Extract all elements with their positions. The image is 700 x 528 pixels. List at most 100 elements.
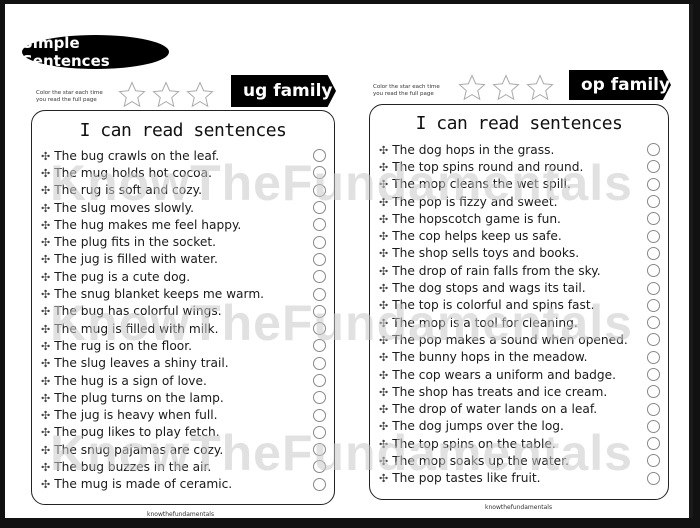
check-circle[interactable] xyxy=(313,201,326,215)
check-circle[interactable] xyxy=(647,385,660,399)
instruction-line-1: Color the star each time xyxy=(373,84,440,90)
star-icon[interactable] xyxy=(185,80,215,114)
sentence-item: ✣ The snug blanket keeps me warm. xyxy=(41,287,264,301)
check-circle[interactable] xyxy=(647,229,660,243)
sentence-text: The plug fits in the socket. xyxy=(54,235,217,250)
sentence-row: ✣ The slug moves slowly. xyxy=(41,199,326,216)
sentence-row: ✣ The plug fits in the socket. xyxy=(41,233,326,250)
star-icon[interactable] xyxy=(491,73,521,107)
sentence-row: ✣ The plug turns on the lamp. xyxy=(41,389,326,406)
bullet-icon: ✣ xyxy=(41,322,51,336)
bullet-icon: ✣ xyxy=(41,426,51,440)
instruction-line-2: you read the full page xyxy=(373,91,434,97)
check-circle[interactable] xyxy=(313,252,326,266)
check-circle[interactable] xyxy=(313,287,326,301)
check-circle[interactable] xyxy=(647,246,660,260)
star-icon[interactable] xyxy=(117,80,147,114)
sentence-item: ✣ The slug moves slowly. xyxy=(41,201,194,215)
check-circle[interactable] xyxy=(313,460,326,474)
sentence-row: ✣ The bug crawls on the leaf. xyxy=(41,147,326,164)
check-circle[interactable] xyxy=(647,471,660,485)
card-title: I can read sentences xyxy=(415,113,623,134)
sentence-text: The hug makes me feel happy. xyxy=(54,217,242,232)
check-circle[interactable] xyxy=(313,391,326,405)
sentence-text: The plug turns on the lamp. xyxy=(54,390,224,405)
sentence-text: The bug buzzes in the air. xyxy=(54,459,212,474)
check-circle[interactable] xyxy=(313,425,326,439)
check-circle[interactable] xyxy=(647,177,660,191)
sentence-row: ✣ The shop sells toys and books. xyxy=(379,245,660,262)
check-circle[interactable] xyxy=(647,264,660,278)
sentence-item: ✣ The bug crawls on the leaf. xyxy=(41,149,219,163)
check-circle[interactable] xyxy=(647,419,660,433)
check-circle[interactable] xyxy=(313,304,326,318)
check-circle[interactable] xyxy=(647,333,660,347)
check-circle[interactable] xyxy=(313,374,326,387)
sentence-item: ✣ The rug is on the floor. xyxy=(41,339,192,353)
bullet-icon: ✣ xyxy=(41,357,51,371)
check-circle[interactable] xyxy=(647,368,660,381)
check-circle[interactable] xyxy=(313,183,326,197)
sentence-item: ✣ The mug is filled with milk. xyxy=(41,322,218,336)
sentence-row: ✣ The cop helps keep us safe. xyxy=(379,227,660,244)
check-circle[interactable] xyxy=(313,477,326,491)
sentence-text: The slug moves slowly. xyxy=(54,200,194,215)
check-circle[interactable] xyxy=(647,437,660,451)
check-circle[interactable] xyxy=(313,166,326,180)
sentence-text: The dog stops and wags its tail. xyxy=(392,281,586,296)
check-circle[interactable] xyxy=(313,322,326,336)
instruction-line-2: you read the full page xyxy=(36,97,97,103)
sentence-text: The mop is a tool for cleaning. xyxy=(392,315,578,330)
check-circle[interactable] xyxy=(647,195,660,209)
check-circle[interactable] xyxy=(647,402,660,416)
footer-credit: knowthefundamentals xyxy=(485,504,553,511)
check-circle[interactable] xyxy=(647,212,660,226)
check-circle[interactable] xyxy=(313,270,326,284)
bullet-icon: ✣ xyxy=(41,391,51,405)
sentence-item: ✣ The jug is filled with water. xyxy=(41,252,218,266)
sentence-item: ✣ The hug makes me feel happy. xyxy=(41,218,241,232)
sentence-text: The rug is soft and cozy. xyxy=(54,183,202,198)
sentence-text: The pop is fizzy and sweet. xyxy=(392,194,558,209)
check-circle[interactable] xyxy=(647,160,660,174)
bullet-icon: ✣ xyxy=(41,374,51,388)
check-circle[interactable] xyxy=(313,443,326,457)
star-icon[interactable] xyxy=(525,73,555,107)
sentence-item: ✣ The pug is a cute dog. xyxy=(41,270,190,284)
sentence-item: ✣ The drop of water lands on a leaf. xyxy=(379,402,597,416)
sentence-text: The pug is a cute dog. xyxy=(54,269,191,284)
bullet-icon: ✣ xyxy=(379,264,389,278)
bullet-icon: ✣ xyxy=(379,282,389,296)
check-circle[interactable] xyxy=(313,339,326,353)
check-circle[interactable] xyxy=(647,454,660,468)
sentence-text: The drop of rain falls from the sky. xyxy=(392,263,601,278)
worksheet-title: Simple Sentences xyxy=(22,34,169,70)
check-circle[interactable] xyxy=(313,408,326,422)
sentence-text: The hug is a sign of love. xyxy=(54,373,207,388)
sentence-list: ✣ The dog hops in the grass. ✣ The top spin… xyxy=(379,141,660,487)
check-circle[interactable] xyxy=(647,281,660,295)
sentence-item: ✣ The cop wears a uniform and badge. xyxy=(379,368,616,382)
sentence-text: The mop cleans the wet spill. xyxy=(392,177,571,192)
sentence-item: ✣ The pop tastes like fruit. xyxy=(379,471,541,485)
star-icon[interactable] xyxy=(457,73,487,107)
check-circle[interactable] xyxy=(647,298,660,312)
sentence-card-right: I can read sentences ✣ The dog hops in th… xyxy=(369,104,669,500)
sentence-text: The pug likes to play fetch. xyxy=(54,425,220,440)
sentence-text: The cop wears a uniform and badge. xyxy=(392,367,617,382)
check-circle[interactable] xyxy=(647,143,660,157)
check-circle[interactable] xyxy=(313,149,326,163)
check-circle[interactable] xyxy=(313,218,326,232)
star-icon[interactable] xyxy=(151,80,181,114)
sentence-row: ✣ The bunny hops in the meadow. xyxy=(379,349,660,366)
check-circle[interactable] xyxy=(647,350,660,364)
sentence-row: ✣ The drop of rain falls from the sky. xyxy=(379,262,660,279)
check-circle[interactable] xyxy=(313,356,326,370)
check-circle[interactable] xyxy=(647,316,660,330)
sentence-row: ✣ The mug is filled with milk. xyxy=(41,320,326,337)
bullet-icon: ✣ xyxy=(379,299,389,313)
sentence-list: ✣ The bug crawls on the leaf. ✣ The mug hol… xyxy=(41,147,326,493)
sentence-row: ✣ The mop cleans the wet spill. xyxy=(379,176,660,193)
check-circle[interactable] xyxy=(313,235,326,249)
sentence-row: ✣ The mop is a tool for cleaning. xyxy=(379,314,660,331)
